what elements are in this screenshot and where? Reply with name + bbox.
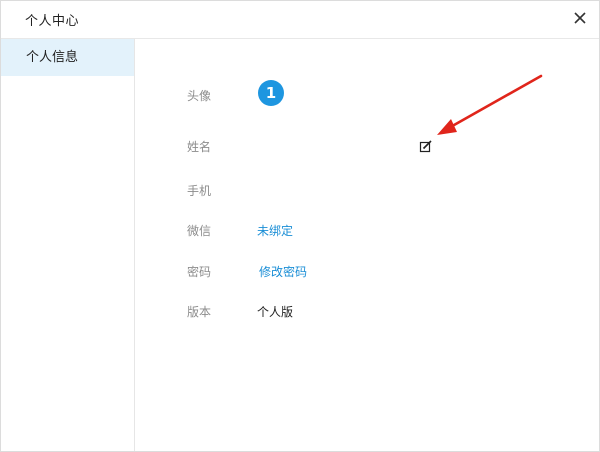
version-label: 版本 <box>187 305 212 319</box>
wechat-bind-link[interactable]: 未绑定 <box>257 222 293 239</box>
sidebar-item-label: 个人信息 <box>26 50 79 65</box>
wechat-row: 微信 未绑定 <box>135 218 599 242</box>
avatar-label: 头像 <box>187 89 212 103</box>
change-password-link[interactable]: 修改密码 <box>259 263 307 280</box>
version-value: 个人版 <box>257 305 294 319</box>
avatar[interactable]: 1 <box>258 80 284 106</box>
name-row: 姓名 <box>135 134 599 158</box>
phone-row: 手机 <box>135 178 599 202</box>
version-row: 版本 个人版 <box>135 299 599 323</box>
dialog-titlebar: 个人中心 <box>1 1 599 39</box>
sidebar: 个人信息 <box>1 39 135 451</box>
name-label: 姓名 <box>187 140 212 154</box>
sidebar-item-personal-info[interactable]: 个人信息 <box>1 39 134 76</box>
dialog-title: 个人中心 <box>25 14 80 29</box>
phone-label: 手机 <box>187 184 212 198</box>
close-icon[interactable] <box>569 7 591 29</box>
password-row: 密码 修改密码 <box>135 259 599 283</box>
edit-icon[interactable] <box>419 138 433 153</box>
profile-panel: 头像 1 姓名 手机 微信 未绑定 密码 修改密码 版本 个人版 <box>135 39 599 451</box>
personal-center-dialog: 个人中心 个人信息 头像 1 姓名 手机 微信 未绑定 密码 修改密码 版本 个… <box>0 0 600 452</box>
password-label: 密码 <box>187 265 212 279</box>
avatar-row: 头像 1 <box>135 80 599 107</box>
wechat-label: 微信 <box>187 224 212 238</box>
